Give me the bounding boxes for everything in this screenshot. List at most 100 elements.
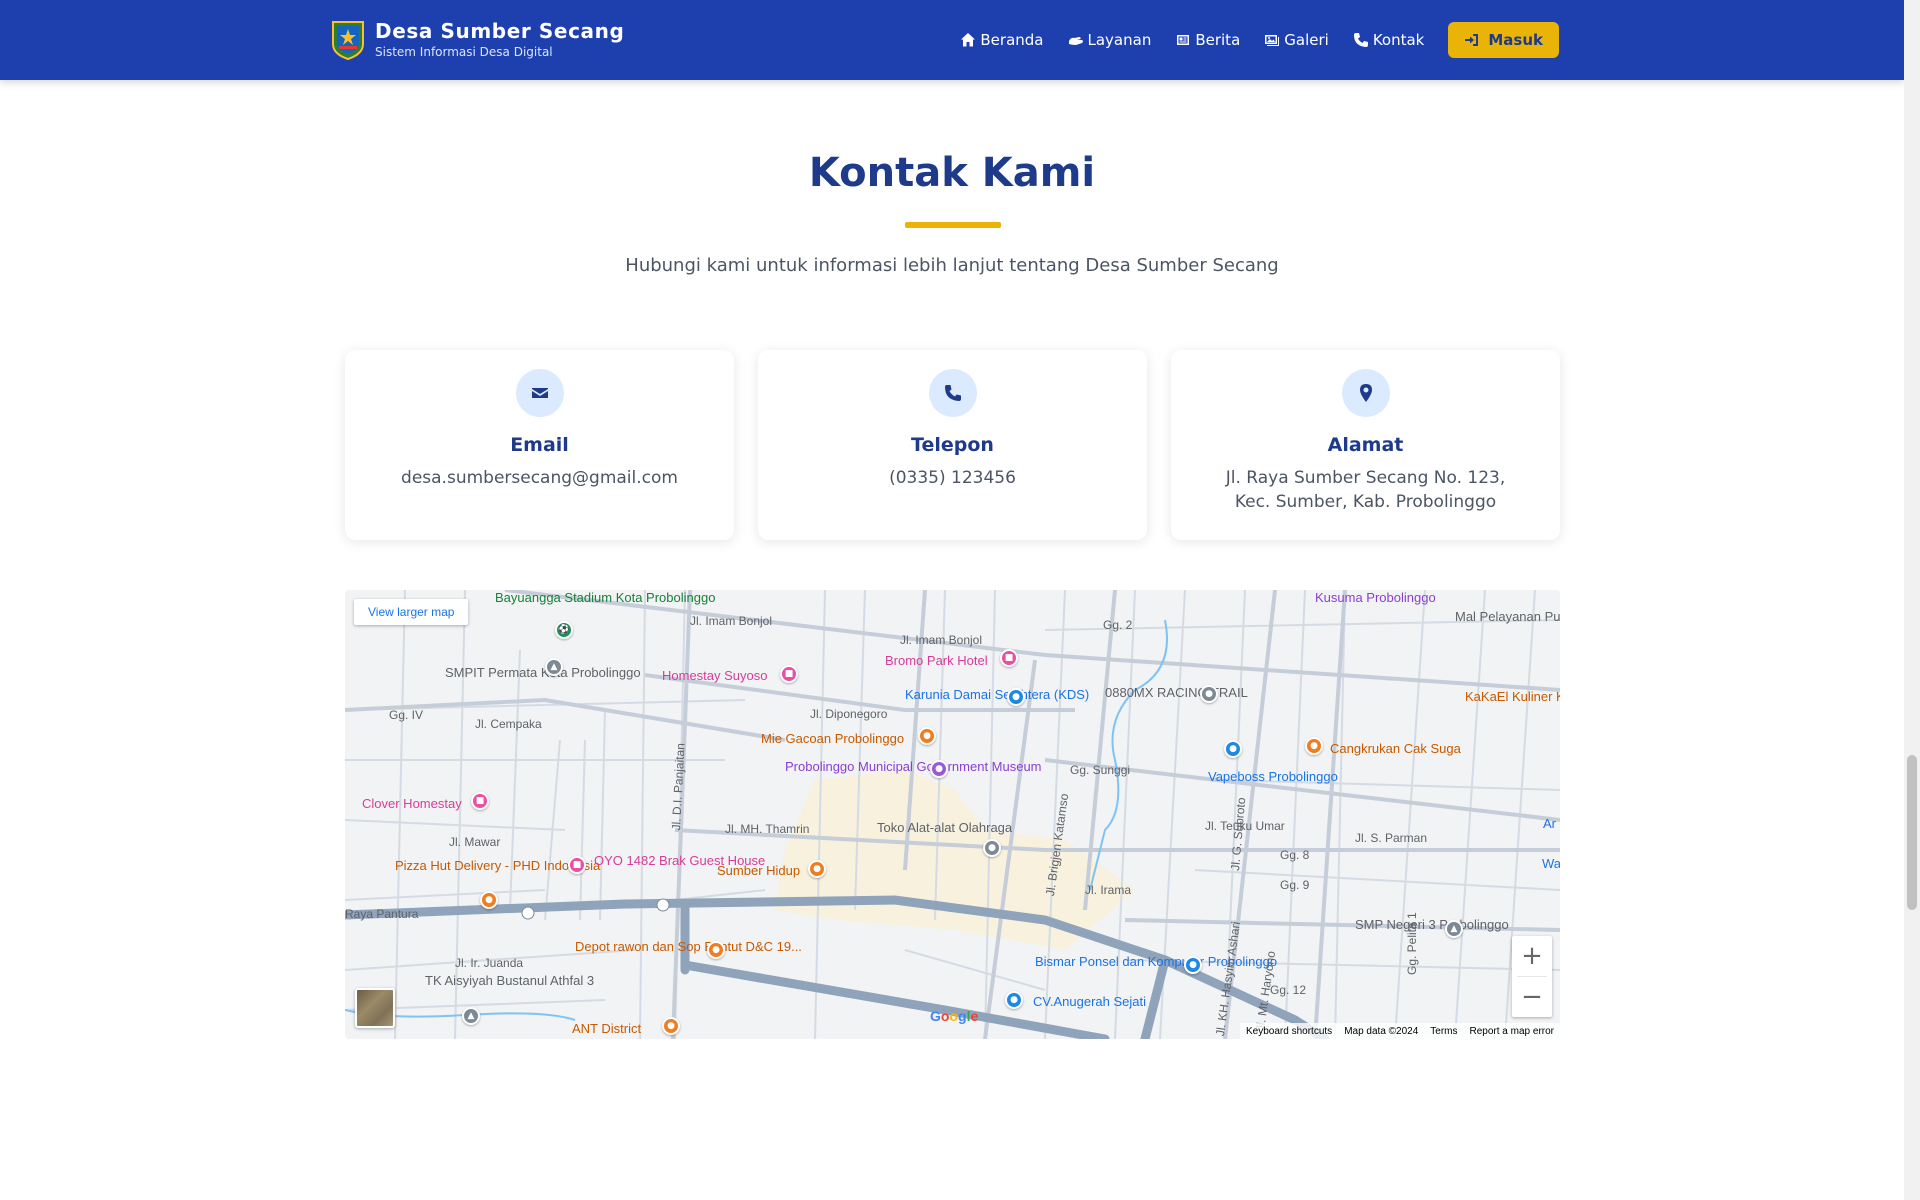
nav-galeri[interactable]: Galeri — [1264, 22, 1329, 58]
nav-galeri-label: Galeri — [1284, 31, 1329, 49]
tk-label: TK Aisyiyah Bustanul Athfal 3 — [425, 973, 595, 988]
zoom-out-button[interactable]: − — [1512, 977, 1552, 1017]
clover-label: Clover Homestay — [362, 796, 462, 811]
map-pin-icon — [1359, 384, 1372, 402]
sumber-hidup-pin-icon[interactable]: ● — [808, 860, 826, 878]
ant-label: ANT District — [572, 1021, 642, 1036]
store-pin-icon[interactable]: ● — [983, 839, 1001, 857]
smp3-pin-icon[interactable]: ▲ — [1445, 920, 1463, 938]
road-mawar: Jl. Mawar — [449, 835, 501, 849]
phone-icon-circle — [928, 369, 977, 417]
bismar-label: Bismar Ponsel dan Komputer Probolinggo — [1035, 954, 1278, 969]
ant-pin-icon[interactable]: ● — [662, 1017, 680, 1035]
vape-pin-icon[interactable]: ● — [1224, 740, 1242, 758]
village-emblem-icon — [332, 21, 364, 60]
clover-pin-icon[interactable]: ■ — [471, 792, 489, 810]
section-subtitle: Hubungi kami untuk informasi lebih lanju… — [625, 255, 1279, 276]
nav-berita[interactable]: Berita — [1175, 22, 1240, 58]
school-pin-icon[interactable]: ▲ — [545, 658, 563, 676]
nav-layanan[interactable]: Layanan — [1068, 22, 1151, 58]
envelope-icon — [531, 388, 548, 398]
depot-pin-icon[interactable]: ● — [707, 941, 725, 959]
oyo-label: OYO 1482 Brak Guest House — [594, 853, 766, 868]
pizza-pin-icon[interactable]: ● — [480, 891, 498, 909]
road-gg-8: Gg. 8 — [1280, 848, 1310, 862]
hand-icon — [1068, 37, 1083, 45]
homestay-suyoso-label: Homestay Suyoso — [662, 668, 768, 683]
phone-card-title: Telepon — [911, 434, 994, 456]
newspaper-icon — [1177, 35, 1190, 45]
view-larger-map-link[interactable]: View larger map — [354, 599, 469, 625]
map-data-text: Map data ©2024 — [1344, 1025, 1419, 1037]
cafe-pin-icon[interactable]: ● — [1305, 737, 1323, 755]
scrollbar-thumb[interactable] — [1907, 755, 1917, 910]
map-attribution: Keyboard shortcuts Map data ©2024 Terms … — [1240, 1023, 1560, 1039]
phone-card-text: (0335) 123456 — [889, 468, 1016, 488]
address-icon-circle — [1341, 369, 1390, 417]
keyboard-shortcuts-link[interactable]: Keyboard shortcuts — [1246, 1026, 1332, 1037]
kusuma-label: Kusuma Probolinggo — [1315, 590, 1436, 605]
zoom-control: + − — [1512, 936, 1552, 1017]
login-button[interactable]: Masuk — [1448, 22, 1559, 58]
smp3-label: SMP Negeri 3 Probolinggo — [1355, 917, 1509, 932]
road-ir-juanda: Jl. Ir. Juanda — [455, 956, 524, 970]
ar-label: Ar — [1543, 816, 1556, 831]
email-card: Email desa.sumbersecang@gmail.com — [345, 350, 734, 540]
nav-kontak-label: Kontak — [1372, 31, 1425, 49]
stadium-pin-icon[interactable]: ⚽ — [555, 621, 573, 639]
toko-label: Toko Alat-alat Olahraga — [877, 820, 1013, 835]
section-title: Kontak Kami — [808, 150, 1096, 196]
brand[interactable]: Desa Sumber Secang Sistem Informasi Desa… — [331, 18, 624, 60]
road-cempaka: Jl. Cempaka — [475, 717, 542, 731]
embedded-map[interactable]: Bayuangga Stadium Kota Probolinggo ⚽ SMP… — [345, 590, 1560, 1039]
nav-kontak[interactable]: Kontak — [1353, 22, 1425, 58]
road-s-parman: Jl. S. Parman — [1355, 831, 1428, 845]
google-logo: Google — [930, 1008, 979, 1024]
bromo-park-label: Bromo Park Hotel — [885, 653, 988, 668]
home-icon — [961, 33, 976, 47]
smpit-label: SMPIT Permata Kota Probolinggo — [445, 665, 641, 680]
tk-pin-icon[interactable]: ▲ — [462, 1007, 480, 1025]
address-card-text: Jl. Raya Sumber Secang No. 123, Kec. Sum… — [1225, 468, 1506, 512]
vapeboss-label: Vapeboss Probolinggo — [1208, 769, 1338, 784]
hotel-pin-icon[interactable]: ■ — [1000, 649, 1018, 667]
wa-label: Wa — [1542, 856, 1560, 871]
road-irama: Jl. Irama — [1085, 883, 1132, 897]
nav-beranda[interactable]: Beranda — [960, 22, 1044, 58]
cv-pin-icon[interactable]: ● — [1005, 991, 1023, 1009]
road-gg-12: Gg. 12 — [1270, 983, 1307, 997]
oyo-pin-icon[interactable]: ■ — [568, 856, 586, 874]
login-label: Masuk — [1488, 31, 1543, 49]
road-raya-pantura: Raya Pantura — [345, 907, 419, 921]
address-card-title: Alamat — [1327, 434, 1404, 456]
email-icon-circle — [515, 369, 564, 417]
museum-pin-icon[interactable]: ● — [930, 760, 948, 778]
email-card-text: desa.sumbersecang@gmail.com — [401, 468, 678, 488]
mie-gacoan-label: Mie Gacoan Probolinggo — [761, 731, 905, 746]
site-header: Desa Sumber Secang Sistem Informasi Desa… — [0, 0, 1904, 80]
racing-pin-icon[interactable]: ● — [1200, 685, 1218, 703]
road-diponegoro: Jl. Diponegoro — [810, 707, 888, 721]
road-gg-iv: Gg. IV — [389, 708, 424, 722]
title-underline — [905, 222, 1001, 228]
zoom-in-button[interactable]: + — [1512, 936, 1552, 976]
address-card: Alamat Jl. Raya Sumber Secang No. 123, K… — [1171, 350, 1560, 540]
phone-icon — [944, 385, 961, 401]
mal-label: Mal Pelayanan Pub Kota Probolingg — [1455, 609, 1560, 624]
road-imam-bonjol-1: Jl. Imam Bonjol — [690, 614, 773, 628]
nav-berita-label: Berita — [1195, 31, 1241, 49]
bismar-pin-icon[interactable]: ● — [1184, 956, 1202, 974]
page-scrollbar[interactable] — [1904, 0, 1920, 1200]
cv-label: CV.Anugerah Sejati — [1033, 994, 1146, 1009]
homestay-pin-icon[interactable]: ■ — [780, 665, 798, 683]
terms-link[interactable]: Terms — [1430, 1026, 1457, 1037]
satellite-toggle[interactable] — [355, 988, 395, 1028]
road-mh-thamrin: Jl. MH. Thamrin — [725, 822, 810, 836]
pizza-label: Pizza Hut Delivery - PHD Indonesia — [395, 859, 600, 873]
shop-pin-icon[interactable]: ● — [1007, 688, 1025, 706]
road-imam-bonjol-2: Jl. Imam Bonjol — [900, 633, 983, 647]
restaurant-pin-icon[interactable]: ● — [918, 727, 936, 745]
phone-card: Telepon (0335) 123456 — [758, 350, 1147, 540]
sumber-hidup-label: Sumber Hidup — [717, 863, 801, 878]
report-error-link[interactable]: Report a map error — [1470, 1026, 1554, 1037]
